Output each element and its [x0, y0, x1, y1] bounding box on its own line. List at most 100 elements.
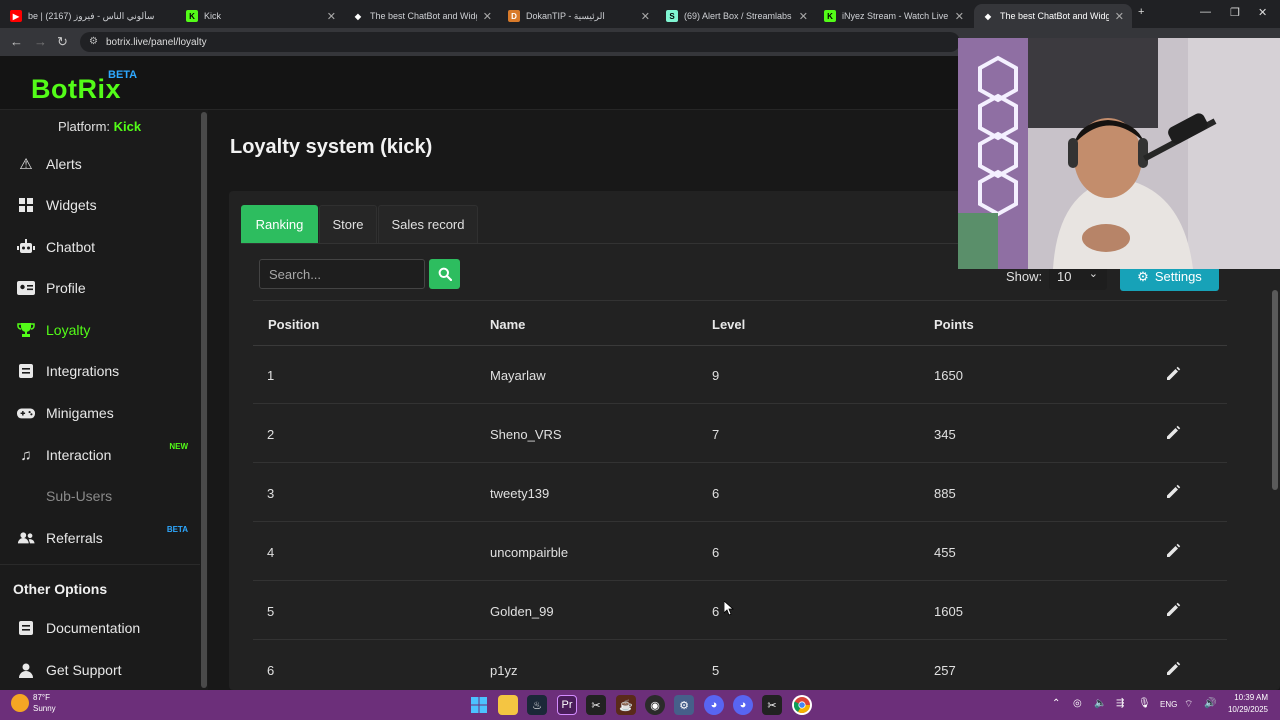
chevron-up-icon[interactable]: ⌃	[1052, 698, 1060, 709]
discord-icon[interactable]: ◕	[733, 695, 753, 715]
forward-icon[interactable]: →	[34, 34, 47, 49]
cell-position: 1	[267, 368, 275, 383]
browser-tab[interactable]: S (69) Alert Box / Streamlabs ✕	[658, 4, 816, 28]
capcut-icon[interactable]: ✂	[762, 695, 782, 715]
webcam-overlay	[958, 38, 1280, 269]
weather-temperature[interactable]: 87°F	[33, 693, 50, 702]
column-header-position[interactable]: Position	[268, 317, 319, 332]
sidebar-item-alerts[interactable]: ⚠ Alerts	[0, 145, 200, 183]
cell-level: 6	[712, 604, 720, 619]
discord-icon[interactable]: ◕	[704, 695, 724, 715]
browser-tab-strip: ▶ be | سألوني الناس - فيروز (2167) K Kic…	[0, 0, 1280, 28]
table-row: 4 uncompairble 6 455	[253, 523, 1227, 581]
cell-name: uncompairble	[490, 545, 569, 560]
capcut-icon[interactable]: ✂	[586, 695, 606, 715]
new-tab-button[interactable]: +	[1138, 6, 1144, 18]
close-tab-icon[interactable]: ✕	[955, 10, 964, 23]
settings-label: Settings	[1154, 269, 1202, 284]
sidebar-item-integrations[interactable]: Integrations	[0, 352, 200, 390]
close-tab-icon[interactable]: ✕	[641, 10, 650, 23]
beta-badge: BETA	[166, 525, 188, 534]
sidebar-item-documentation[interactable]: Documentation	[0, 609, 200, 647]
tab-store[interactable]: Store	[319, 205, 377, 243]
search-icon	[438, 267, 452, 281]
logo-beta-badge: BETA	[108, 69, 138, 81]
maximize-icon[interactable]: ❐	[1230, 6, 1240, 19]
page-scrollbar[interactable]	[1272, 290, 1278, 490]
close-window-icon[interactable]: ✕	[1258, 6, 1267, 19]
browser-tab[interactable]: ◆ The best ChatBot and Widgets ✕	[344, 4, 500, 28]
browser-tab[interactable]: K iNyez Stream - Watch Live on K ✕	[816, 4, 972, 28]
close-tab-icon[interactable]: ✕	[483, 10, 492, 23]
tray-icon[interactable]: ◎	[1073, 698, 1082, 709]
chrome-icon[interactable]	[792, 695, 812, 715]
edit-pencil-icon[interactable]	[1165, 366, 1181, 382]
sidebar-item-minigames[interactable]: Minigames	[0, 394, 200, 432]
browser-tab[interactable]: K Kick ✕	[178, 4, 344, 28]
browser-tab[interactable]: ▶ be | سألوني الناس - فيروز (2167)	[2, 4, 178, 28]
page-title: Loyalty system (kick)	[230, 136, 433, 158]
sidebar-scrollbar[interactable]	[201, 112, 207, 688]
cell-position: 6	[267, 663, 275, 678]
microphone-icon[interactable]: 🎙	[1138, 698, 1151, 709]
site-info-icon[interactable]: ⚙	[89, 36, 98, 47]
premiere-icon[interactable]: Pr	[557, 695, 577, 715]
plug-icon	[17, 362, 35, 380]
search-input[interactable]	[259, 259, 425, 289]
sidebar-item-widgets[interactable]: Widgets	[0, 186, 200, 224]
reload-icon[interactable]: ↻	[57, 34, 68, 50]
table-row: 2 Sheno_VRS 7 345	[253, 405, 1227, 463]
sidebar-item-profile[interactable]: Profile	[0, 269, 200, 307]
edit-pencil-icon[interactable]	[1165, 602, 1181, 618]
edit-pencil-icon[interactable]	[1165, 484, 1181, 500]
edit-pencil-icon[interactable]	[1165, 425, 1181, 441]
column-header-level[interactable]: Level	[712, 317, 745, 332]
column-header-name[interactable]: Name	[490, 317, 525, 332]
edit-pencil-icon[interactable]	[1165, 661, 1181, 677]
language-indicator[interactable]: ENG	[1160, 700, 1177, 709]
tab-sales-record[interactable]: Sales record	[378, 205, 478, 243]
tab-ranking[interactable]: Ranking	[241, 205, 318, 243]
table-top-border	[253, 300, 1227, 301]
browser-tab-active[interactable]: ◆ The best ChatBot and Widgets ✕	[974, 4, 1132, 28]
back-icon[interactable]: ←	[10, 34, 23, 49]
url-text: botrix.live/panel/loyalty	[106, 36, 207, 48]
sidebar-item-sub-users[interactable]: Sub-Users	[0, 477, 200, 515]
network-icon[interactable]: ⇶	[1116, 698, 1124, 709]
close-tab-icon[interactable]: ✕	[327, 10, 336, 23]
browser-tab[interactable]: D DokanTIP - الرئيسية ✕	[500, 4, 658, 28]
clock-date[interactable]: 10/29/2025	[1222, 705, 1268, 714]
speaker-icon[interactable]: 🔊	[1204, 698, 1216, 709]
edit-pencil-icon[interactable]	[1165, 543, 1181, 559]
minimize-icon[interactable]: —	[1200, 6, 1211, 18]
sidebar-item-get-support[interactable]: Get Support	[0, 651, 200, 689]
cogs-icon: ⚙	[1137, 268, 1149, 284]
search-button[interactable]	[429, 259, 460, 289]
table-row: 1 Mayarlaw 9 1650	[253, 346, 1227, 404]
cell-position: 3	[267, 486, 275, 501]
app-icon[interactable]: ☕	[616, 695, 636, 715]
column-header-points[interactable]: Points	[934, 317, 974, 332]
clock-time[interactable]: 10:39 AM	[1232, 693, 1268, 702]
weather-condition[interactable]: Sunny	[33, 704, 56, 713]
music-icon: ♫	[20, 446, 32, 464]
wifi-icon[interactable]: ⌔	[1184, 698, 1193, 711]
table-row: 5 Golden_99 6 1605	[253, 582, 1227, 640]
close-tab-icon[interactable]: ✕	[1115, 10, 1124, 23]
address-bar[interactable]: ⚙ botrix.live/panel/loyalty	[80, 32, 960, 52]
sidebar-item-chatbot[interactable]: Chatbot	[0, 228, 200, 266]
file-explorer-icon[interactable]	[498, 695, 518, 715]
gamepad-icon	[17, 404, 35, 422]
sidebar-item-interaction[interactable]: ♫ Interaction NEW	[0, 436, 200, 474]
close-tab-icon[interactable]: ✕	[799, 10, 808, 23]
sidebar-item-referrals[interactable]: Referrals BETA	[0, 519, 200, 557]
settings-app-icon[interactable]: ⚙	[674, 695, 694, 715]
windows-start-icon[interactable]	[469, 695, 489, 715]
steam-icon[interactable]: ♨	[527, 695, 547, 715]
volume-icon[interactable]: 🔈	[1094, 698, 1106, 709]
cell-level: 6	[712, 545, 720, 560]
weather-sun-icon[interactable]	[11, 694, 29, 712]
sidebar-item-loyalty[interactable]: Loyalty	[0, 311, 200, 349]
obs-icon[interactable]: ◉	[645, 695, 665, 715]
cell-points: 257	[934, 663, 956, 678]
